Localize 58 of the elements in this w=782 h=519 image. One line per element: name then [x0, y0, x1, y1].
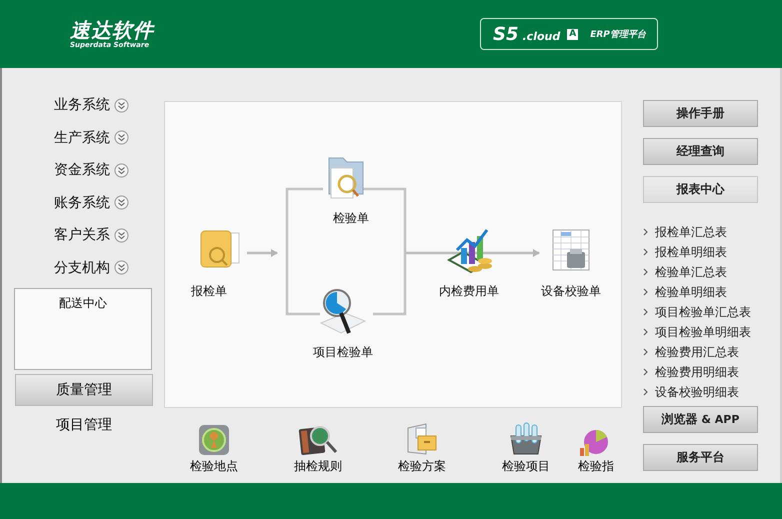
report-link[interactable]: 检验费用汇总表	[655, 344, 739, 360]
menu-item[interactable]: 分支机构	[54, 258, 110, 277]
menu-button[interactable]: 服务平台	[643, 444, 758, 471]
chevron-right-icon	[643, 348, 648, 356]
report-link[interactable]: 设备校验明细表	[655, 384, 739, 400]
node-label[interactable]: 报检单	[191, 283, 227, 300]
menu-item[interactable]: 账务系统	[54, 194, 110, 212]
menu-button[interactable]: 经理查询	[643, 138, 758, 165]
platform-label: ERP管理平台	[590, 28, 646, 40]
chevron-right-icon	[643, 328, 648, 336]
report-link[interactable]: 检验单汇总表	[655, 264, 727, 280]
menu-item[interactable]: 生产系统	[54, 128, 110, 147]
node-label[interactable]: 项目检验单	[313, 344, 373, 361]
shortcut-label[interactable]: 检验指	[578, 458, 614, 475]
report-link[interactable]: 报检单汇总表	[655, 224, 727, 240]
edition-label: .cloud	[522, 30, 560, 43]
module-tab[interactable]: 项目管理	[15, 409, 153, 441]
report-link[interactable]: 项目检验单汇总表	[655, 304, 751, 320]
report-center-button[interactable]: 报表中心	[643, 176, 758, 203]
shortcut-icon	[508, 422, 544, 456]
chevron-right-icon	[643, 268, 648, 276]
version-label: S5	[493, 24, 518, 44]
chevron-right-icon	[643, 308, 648, 316]
report-link[interactable]: 检验单明细表	[655, 284, 727, 300]
node-label[interactable]: 检验单	[333, 210, 369, 227]
report-link[interactable]: 报检单明细表	[655, 244, 727, 260]
chevron-down-icon[interactable]	[114, 98, 129, 113]
shortcut-icon	[298, 424, 338, 456]
chevron-down-icon[interactable]	[114, 130, 129, 146]
flow-arrow	[247, 249, 278, 257]
list-item[interactable]: 配送中心	[15, 289, 151, 312]
module-tab[interactable]: 质量管理	[15, 374, 153, 406]
menu-button[interactable]: 浏览器 & APP	[643, 406, 758, 433]
menu-button[interactable]: 操作手册	[643, 100, 758, 127]
logo-text: 速达软件	[70, 19, 156, 41]
chevron-down-icon[interactable]	[114, 162, 129, 178]
edition-badge: A	[567, 28, 578, 40]
shortcut-label[interactable]: 检验项目	[502, 458, 550, 475]
node-label[interactable]: 内检费用单	[439, 283, 499, 300]
node-label[interactable]: 设备校验单	[541, 283, 601, 300]
chevron-right-icon	[643, 248, 648, 256]
chevron-down-icon[interactable]	[114, 260, 129, 276]
report-link[interactable]: 检验费用明细表	[655, 364, 739, 380]
menu-item[interactable]: 业务系统	[54, 96, 110, 114]
report-link[interactable]: 项目检验单明细表	[655, 324, 751, 340]
shortcut-icon	[198, 424, 230, 456]
shortcut-label[interactable]: 检验地点	[190, 458, 238, 475]
chevron-down-icon[interactable]	[114, 195, 129, 210]
shortcut-label[interactable]: 检验方案	[398, 458, 446, 475]
shortcut-icon	[406, 422, 438, 456]
chevron-right-icon	[643, 388, 648, 396]
chevron-right-icon	[643, 368, 648, 376]
menu-item[interactable]: 资金系统	[54, 161, 110, 180]
chevron-right-icon	[643, 288, 648, 296]
chevron-down-icon[interactable]	[114, 228, 129, 243]
menu-item[interactable]: 客户关系	[54, 226, 110, 244]
chevron-right-icon	[643, 228, 648, 236]
shortcut-label[interactable]: 抽检规则	[294, 458, 342, 475]
